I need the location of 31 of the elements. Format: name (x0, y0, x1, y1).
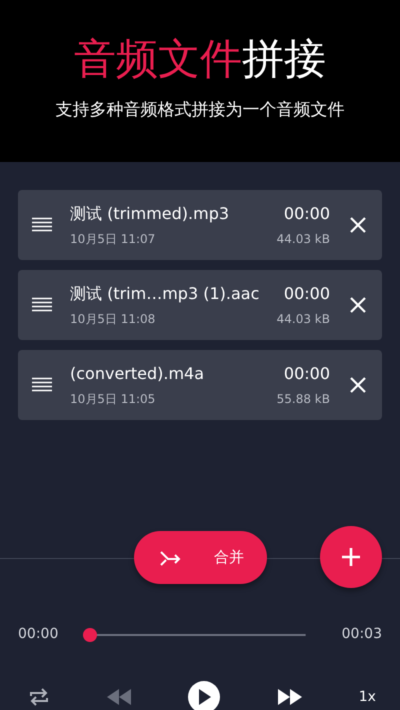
file-card[interactable]: 测试 (trimmed).mp3 10月5日 11:07 00:00 44.03 kB (18, 190, 382, 260)
drag-handle-icon[interactable] (32, 217, 52, 233)
fast-forward-button[interactable] (278, 689, 302, 705)
elapsed-time: 00:00 (18, 625, 58, 644)
total-time: 00:03 (342, 625, 382, 644)
drag-handle-icon[interactable] (32, 297, 52, 313)
file-name: 测试 (trim…mp3 (1).aac (70, 283, 260, 305)
play-icon (197, 689, 212, 705)
file-card[interactable]: 测试 (trim…mp3 (1).aac 10月5日 11:08 00:00 44.03 kB (18, 270, 382, 340)
file-name: (converted).m4a (70, 363, 204, 385)
file-duration: 00:00 (284, 363, 330, 385)
speed-button[interactable]: 1x (358, 686, 376, 708)
file-size: 44.03 kB (276, 311, 330, 328)
app-title: 音频文件拼接 (73, 34, 327, 84)
file-size: 55.88 kB (276, 391, 330, 408)
file-name: 测试 (trimmed).mp3 (70, 203, 230, 225)
file-date: 10月5日 11:05 (70, 391, 156, 408)
seek-thumb[interactable] (83, 628, 98, 642)
plus-icon (340, 546, 362, 568)
repeat-button[interactable] (28, 687, 50, 707)
merge-button[interactable]: 合并 (134, 531, 267, 584)
file-duration: 00:00 (284, 203, 330, 225)
file-card[interactable]: (converted).m4a 10月5日 11:05 00:00 55.88 kB (18, 350, 382, 420)
merge-icon (160, 550, 182, 566)
file-date: 10月5日 11:07 (70, 231, 156, 248)
play-button[interactable] (188, 681, 220, 710)
file-size: 44.03 kB (276, 231, 330, 248)
subtitle: 支持多种音频格式拼接为一个音频文件 (54, 99, 346, 122)
file-date: 10月5日 11:08 (70, 311, 156, 328)
drag-handle-icon[interactable] (32, 377, 52, 393)
file-duration: 00:00 (284, 283, 330, 305)
